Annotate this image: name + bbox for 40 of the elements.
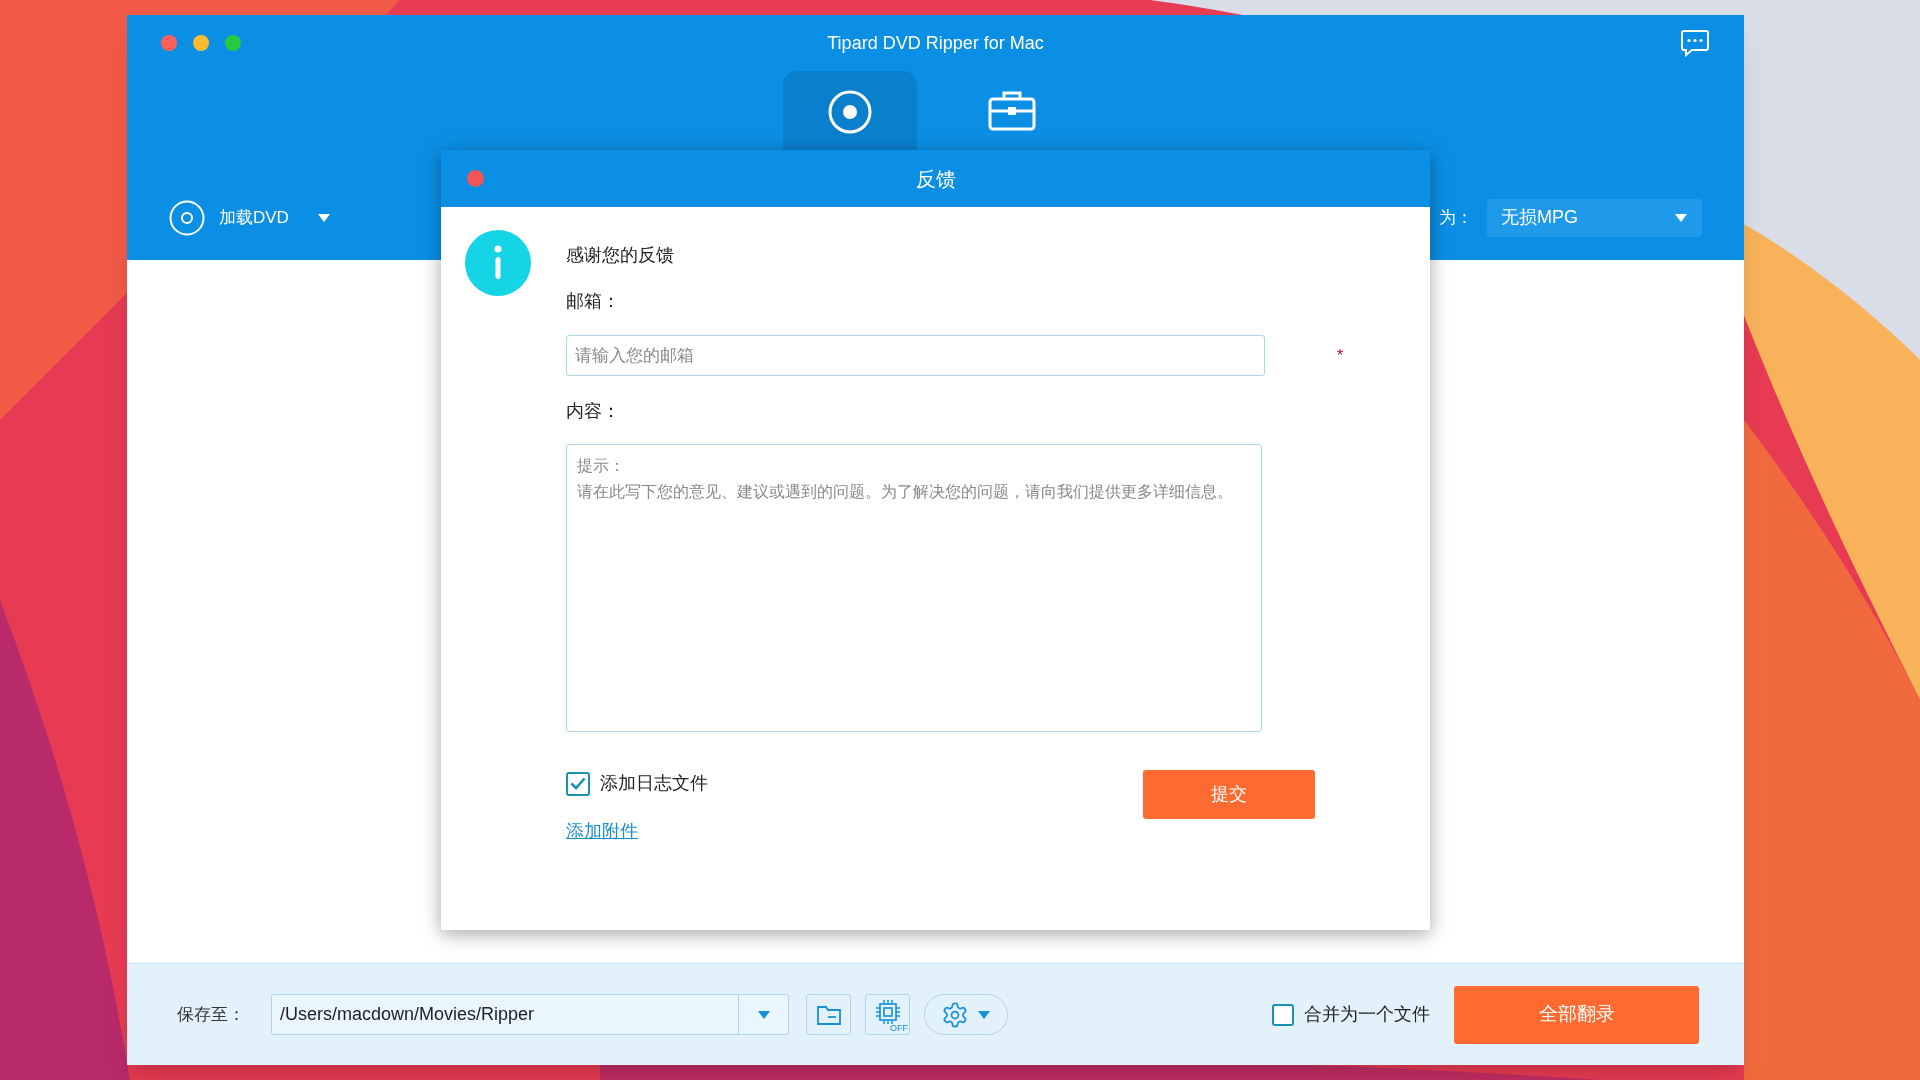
caret-icon bbox=[977, 1009, 991, 1020]
save-path-field[interactable]: /Users/macdown/Movies/Ripper bbox=[271, 994, 789, 1035]
log-file-checkbox[interactable] bbox=[566, 771, 590, 796]
format-label: 为： bbox=[1439, 206, 1473, 229]
email-label: 邮箱： bbox=[566, 290, 621, 313]
hint-text: 请在此写下您的意见、建议或遇到的问题。为了解决您的问题，请向我们提供更多详细信息。 bbox=[577, 482, 1234, 502]
merge-label: 合并为一个文件 bbox=[1304, 1003, 1430, 1026]
open-folder-button[interactable] bbox=[806, 994, 851, 1035]
check-icon bbox=[570, 777, 586, 790]
load-dvd-button[interactable]: 加载DVD bbox=[169, 199, 289, 236]
window-title: Tipard DVD Ripper for Mac bbox=[827, 31, 1044, 55]
settings-icon bbox=[941, 1000, 969, 1029]
zoom-button[interactable] bbox=[225, 35, 241, 51]
email-field[interactable]: 请输入您的邮箱 bbox=[566, 335, 1265, 376]
folder-icon bbox=[815, 1003, 842, 1026]
save-to-label: 保存至： bbox=[177, 1003, 245, 1026]
dialog-heading: 感谢您的反馈 bbox=[566, 244, 675, 267]
caret-icon bbox=[1674, 212, 1688, 223]
chat-icon[interactable] bbox=[1680, 29, 1710, 57]
caret-icon bbox=[316, 212, 331, 223]
disc-icon bbox=[169, 199, 205, 236]
toolbox-icon bbox=[987, 89, 1036, 131]
format-dropdown[interactable]: 无损MPG bbox=[1487, 198, 1702, 237]
dialog-title: 反馈 bbox=[915, 166, 956, 192]
rip-all-button[interactable]: 全部翻录 bbox=[1454, 985, 1699, 1044]
content-field[interactable]: 提示： 请在此写下您的意见、建议或遇到的问题。为了解决您的问题，请向我们提供更多详细信息。 bbox=[566, 444, 1262, 732]
add-attachment-link[interactable]: 添加附件 bbox=[566, 818, 638, 845]
disc-icon bbox=[826, 89, 873, 135]
log-file-label: 添加日志文件 bbox=[600, 772, 708, 795]
caret-icon bbox=[756, 1009, 771, 1020]
chip-icon bbox=[874, 998, 901, 1025]
required-mark: * bbox=[1337, 345, 1344, 366]
info-icon bbox=[465, 230, 531, 296]
submit-button[interactable]: 提交 bbox=[1143, 770, 1315, 819]
content-label: 内容： bbox=[566, 400, 621, 423]
merge-checkbox[interactable] bbox=[1272, 1003, 1294, 1026]
minimize-button[interactable] bbox=[193, 35, 209, 51]
off-label: OFF bbox=[890, 1024, 908, 1033]
hint-title: 提示： bbox=[577, 456, 626, 476]
hardware-acceleration-button[interactable]: OFF bbox=[865, 994, 910, 1035]
